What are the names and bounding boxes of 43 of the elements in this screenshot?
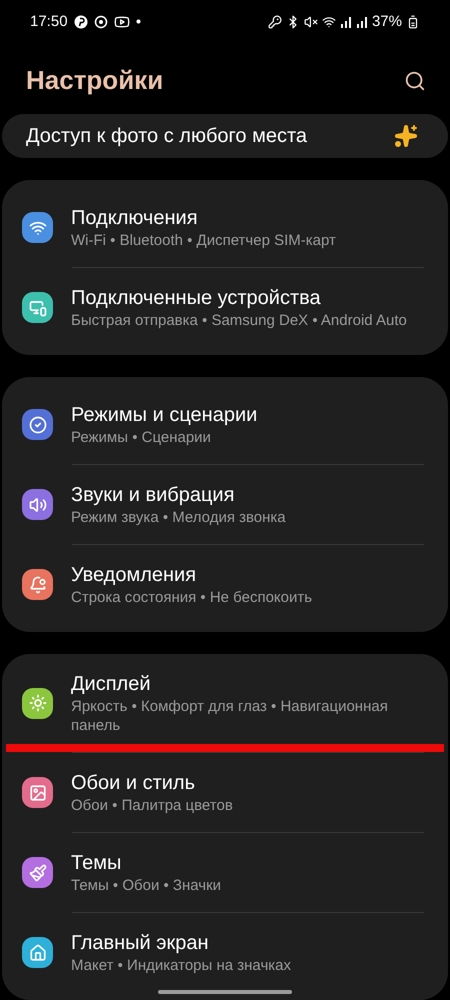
item-subtitle: Обои • Палитра цветов xyxy=(71,796,233,815)
battery-percent: 37% xyxy=(372,12,402,32)
battery-icon xyxy=(406,14,420,29)
key-icon xyxy=(268,14,282,29)
settings-item[interactable]: Звуки и вибрация Режим звука • Мелодия звонка xyxy=(22,465,428,544)
item-title: Дисплей xyxy=(71,672,152,697)
status-time: 17:50 xyxy=(30,12,68,32)
item-title: Режимы и сценарии xyxy=(71,403,258,428)
item-title: Звуки и вибрация xyxy=(71,483,236,508)
page-title: Настройки xyxy=(26,64,164,98)
item-title: Темы xyxy=(71,851,122,876)
item-title: Обои и стиль xyxy=(71,771,196,796)
item-title: Уведомления xyxy=(71,563,198,588)
settings-item[interactable]: Подключенные устройства Быстрая отправка • Samsung DeX • Android Auto xyxy=(22,268,428,347)
wifi-status-icon xyxy=(322,14,336,29)
item-subtitle: Темы • Обои • Значки xyxy=(71,876,222,895)
settings-item[interactable]: Подключения Wi-Fi • Bluetooth • Диспетчер SIM-карт xyxy=(22,188,428,267)
item-subtitle: Яркость • Комфорт для глаз • Навигационная панель xyxy=(71,697,389,735)
settings-item[interactable]: Обои и стиль Обои • Палитра цветов xyxy=(22,753,428,832)
item-subtitle: Режимы • Сценарии xyxy=(71,428,212,447)
signal-icon xyxy=(340,16,352,28)
settings-item[interactable]: Режимы и сценарии Режимы • Сценарии xyxy=(22,385,428,464)
play-icon xyxy=(114,14,130,30)
search-icon[interactable] xyxy=(404,70,426,92)
signal-icon xyxy=(356,16,368,28)
settings-item[interactable]: Дисплей Яркость • Комфорт для глаз • Навигационная панель xyxy=(22,662,428,744)
sparkles-icon xyxy=(394,124,418,148)
dot-icon xyxy=(136,19,141,24)
item-title: Подключенные устройства xyxy=(71,286,322,311)
mute-icon xyxy=(304,14,318,29)
settings-item[interactable]: Уведомления Строка состояния • Не беспокоить xyxy=(22,545,428,624)
pin-icon xyxy=(74,14,88,29)
item-subtitle: Строка состояния • Не беспокоить xyxy=(71,588,312,607)
settings-item[interactable]: Темы Темы • Обои • Значки xyxy=(22,833,428,912)
item-subtitle: Режим звука • Мелодия звонка xyxy=(71,508,286,527)
item-subtitle: Wi-Fi • Bluetooth • Диспетчер SIM-карт xyxy=(71,231,336,250)
settings-item[interactable]: Главный экран Макет • Индикаторы на значках xyxy=(22,913,428,992)
item-subtitle: Быстрая отправка • Samsung DeX • Android Auto xyxy=(71,311,407,330)
promo-banner[interactable]: Доступ к фото с любого места xyxy=(2,114,448,158)
item-title: Подключения xyxy=(71,206,199,231)
item-subtitle: Макет • Индикаторы на значках xyxy=(71,956,291,975)
item-title: Главный экран xyxy=(71,931,210,956)
promo-text: Доступ к фото с любого места xyxy=(26,124,307,149)
